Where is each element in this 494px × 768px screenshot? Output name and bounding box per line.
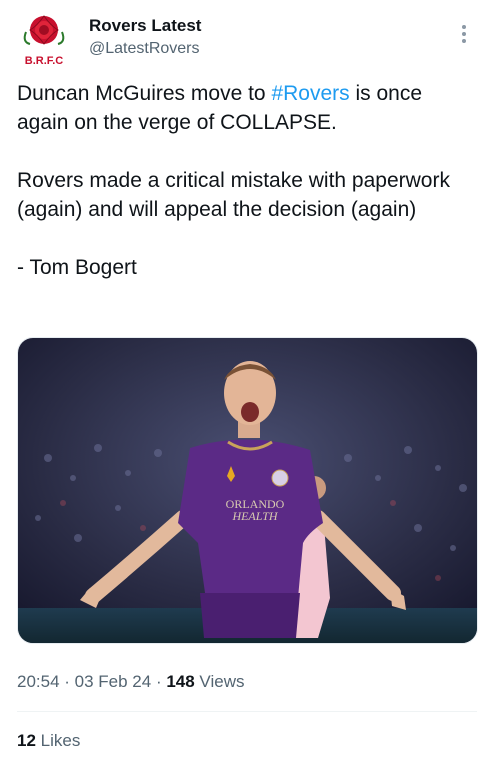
rose-logo-icon: B.R.F.C (23, 15, 65, 67)
svg-text:HEALTH: HEALTH (231, 509, 278, 523)
tweet-meta: 20:54 · 03 Feb 24 · 148 Views (17, 672, 245, 691)
tweet-paragraph-1: Duncan McGuires move to #Rovers is once … (17, 82, 423, 134)
more-options-icon[interactable] (456, 22, 472, 50)
svg-text:B.R.F.C: B.R.F.C (25, 55, 64, 67)
likes-count: 12 (17, 731, 36, 750)
likes-count-link[interactable]: 12 Likes (17, 731, 80, 751)
tweet-time[interactable]: 20:54 (17, 672, 60, 691)
soccer-player-photo: ORLANDO HEALTH (18, 338, 477, 643)
tweet-paragraph-3: - Tom Bogert (17, 256, 137, 279)
likes-label: Likes (35, 731, 81, 750)
tweet-header: B.R.F.C Rovers Latest @LatestRovers (0, 0, 494, 80)
divider (17, 711, 477, 712)
tweet-date[interactable]: 03 Feb 24 (75, 672, 152, 691)
hashtag-link[interactable]: #Rovers (271, 82, 349, 105)
views-label: Views (194, 672, 245, 691)
tweet-paragraph-2: Rovers made a critical mistake with pape… (17, 169, 450, 221)
display-name[interactable]: Rovers Latest (89, 16, 201, 36)
views-count: 148 (166, 672, 195, 691)
account-handle[interactable]: @LatestRovers (89, 40, 200, 58)
avatar[interactable]: B.R.F.C (18, 12, 70, 68)
tweet-photo[interactable]: ORLANDO HEALTH (17, 337, 478, 644)
tweet-text: Duncan McGuires move to #Rovers is once … (17, 79, 479, 311)
